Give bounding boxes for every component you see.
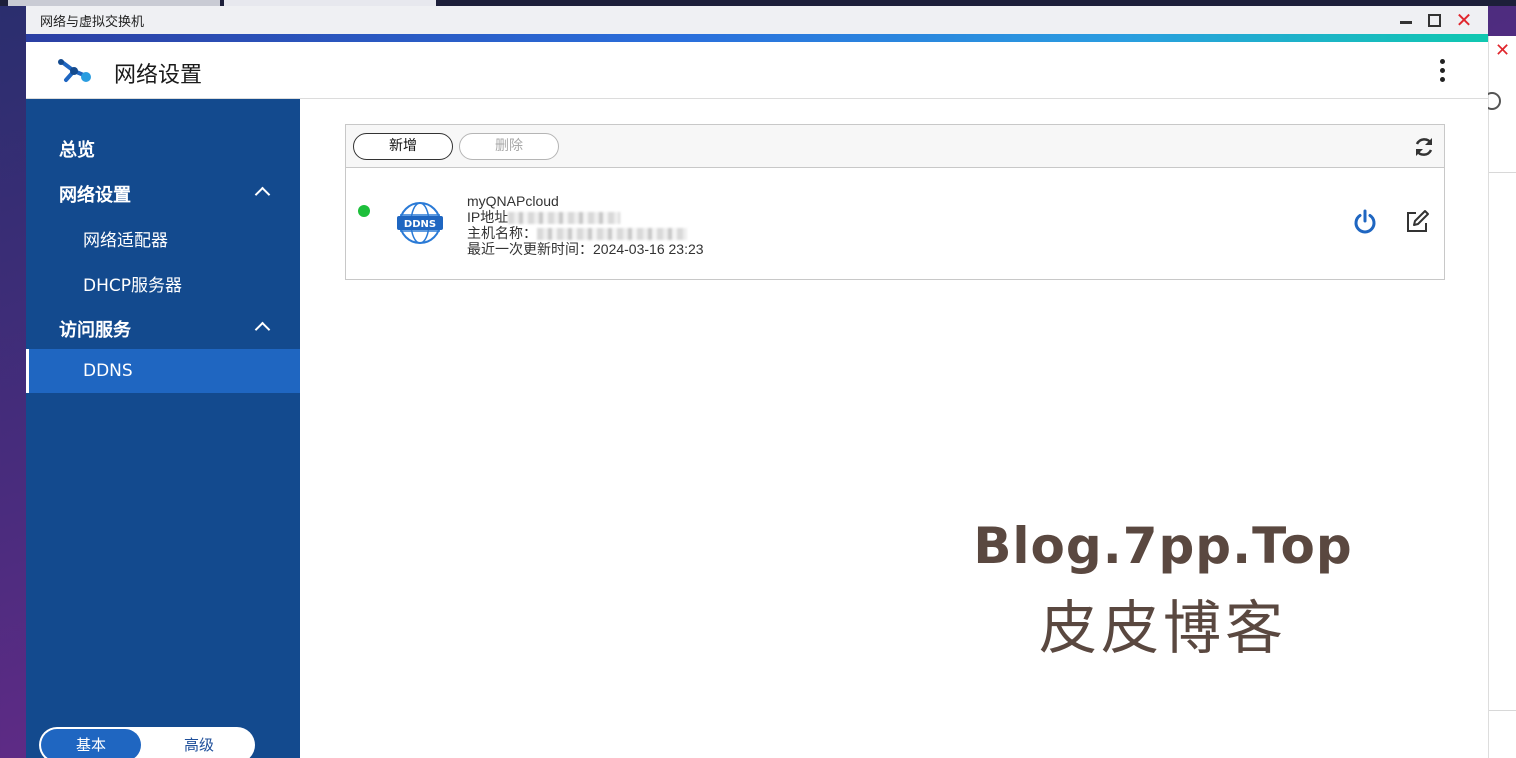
refresh-icon[interactable] [1412, 135, 1436, 159]
chevron-up-icon[interactable] [254, 183, 270, 199]
main-content: 新增 删除 DDNS myQNAPcloud IP地址 主机名称： 最近一次更新… [300, 99, 1488, 758]
mode-toggle: 基本 高级 [39, 727, 255, 758]
background-window: ✕ [1483, 36, 1516, 758]
watermark-line-1: Blog.7pp.Top [973, 517, 1353, 575]
delete-button[interactable]: 删除 [459, 133, 559, 160]
sidebar-item-label: 网络设置 [59, 185, 131, 206]
sidebar-item-label: 访问服务 [59, 320, 131, 341]
app-window: 网络与虚拟交换机 ✕ 网络设置 总览 网络设置 网络适配器 DHCP服务器 访问… [26, 6, 1488, 758]
ip-address-redacted [508, 212, 621, 225]
mode-advanced-button[interactable]: 高级 [147, 729, 251, 758]
sidebar-item-label: DHCP服务器 [83, 276, 182, 296]
watermark: Blog.7pp.Top 皮皮博客 [968, 517, 1358, 665]
status-indicator [358, 205, 370, 217]
divider [1489, 172, 1516, 173]
sidebar: 总览 网络设置 网络适配器 DHCP服务器 访问服务 DDNS 基本 高级 [26, 99, 300, 758]
ddns-icon-label: DDNS [404, 219, 436, 230]
edit-icon[interactable] [1404, 209, 1430, 235]
sidebar-item-ddns[interactable]: DDNS [26, 349, 300, 393]
toolbar: 新增 删除 [346, 125, 1444, 168]
sidebar-item-network-adapter[interactable]: 网络适配器 [26, 214, 300, 258]
add-button[interactable]: 新增 [353, 133, 453, 160]
ip-address-label: IP地址 [467, 209, 509, 225]
window-title: 网络与虚拟交换机 [40, 15, 145, 30]
background-window-close-icon[interactable]: ✕ [1495, 40, 1510, 61]
ddns-panel: 新增 删除 DDNS myQNAPcloud IP地址 主机名称： 最近一次更新… [345, 124, 1445, 280]
sidebar-item-label: DDNS [83, 361, 133, 381]
sidebar-item-label: 总览 [59, 140, 95, 161]
chevron-up-icon[interactable] [254, 318, 270, 334]
ddns-list-item[interactable]: DDNS myQNAPcloud IP地址 主机名称： 最近一次更新时间：202… [346, 169, 1444, 279]
ddns-entry-info: myQNAPcloud IP地址 主机名称： 最近一次更新时间：2024-03-… [467, 193, 704, 257]
ddns-service-name: myQNAPcloud [467, 193, 559, 209]
sidebar-item-label: 网络适配器 [83, 231, 168, 251]
watermark-line-2: 皮皮博客 [1038, 594, 1287, 662]
power-icon[interactable] [1352, 209, 1378, 235]
sidebar-item-overview[interactable]: 总览 [26, 124, 300, 168]
network-settings-logo-icon [58, 59, 91, 82]
sidebar-section-access-services[interactable]: 访问服务 [26, 304, 300, 348]
last-update-value: 2024-03-16 23:23 [593, 241, 704, 257]
hostname-redacted [537, 228, 687, 241]
mode-basic-button[interactable]: 基本 [41, 729, 141, 758]
close-icon[interactable]: ✕ [1454, 10, 1474, 30]
page-title: 网络设置 [114, 63, 203, 88]
accent-bar [26, 34, 1488, 42]
last-update-label: 最近一次更新时间： [467, 241, 593, 257]
ddns-globe-icon: DDNS [397, 202, 443, 244]
hostname-label: 主机名称： [467, 225, 537, 241]
app-header: 网络设置 [26, 42, 1488, 99]
divider [1489, 710, 1516, 711]
more-options-icon[interactable] [1430, 56, 1454, 86]
sidebar-section-network-settings[interactable]: 网络设置 [26, 169, 300, 213]
maximize-icon[interactable] [1424, 10, 1444, 30]
window-titlebar[interactable]: 网络与虚拟交换机 ✕ [26, 6, 1488, 34]
sidebar-item-dhcp-server[interactable]: DHCP服务器 [26, 259, 300, 303]
minimize-icon[interactable] [1396, 10, 1416, 30]
